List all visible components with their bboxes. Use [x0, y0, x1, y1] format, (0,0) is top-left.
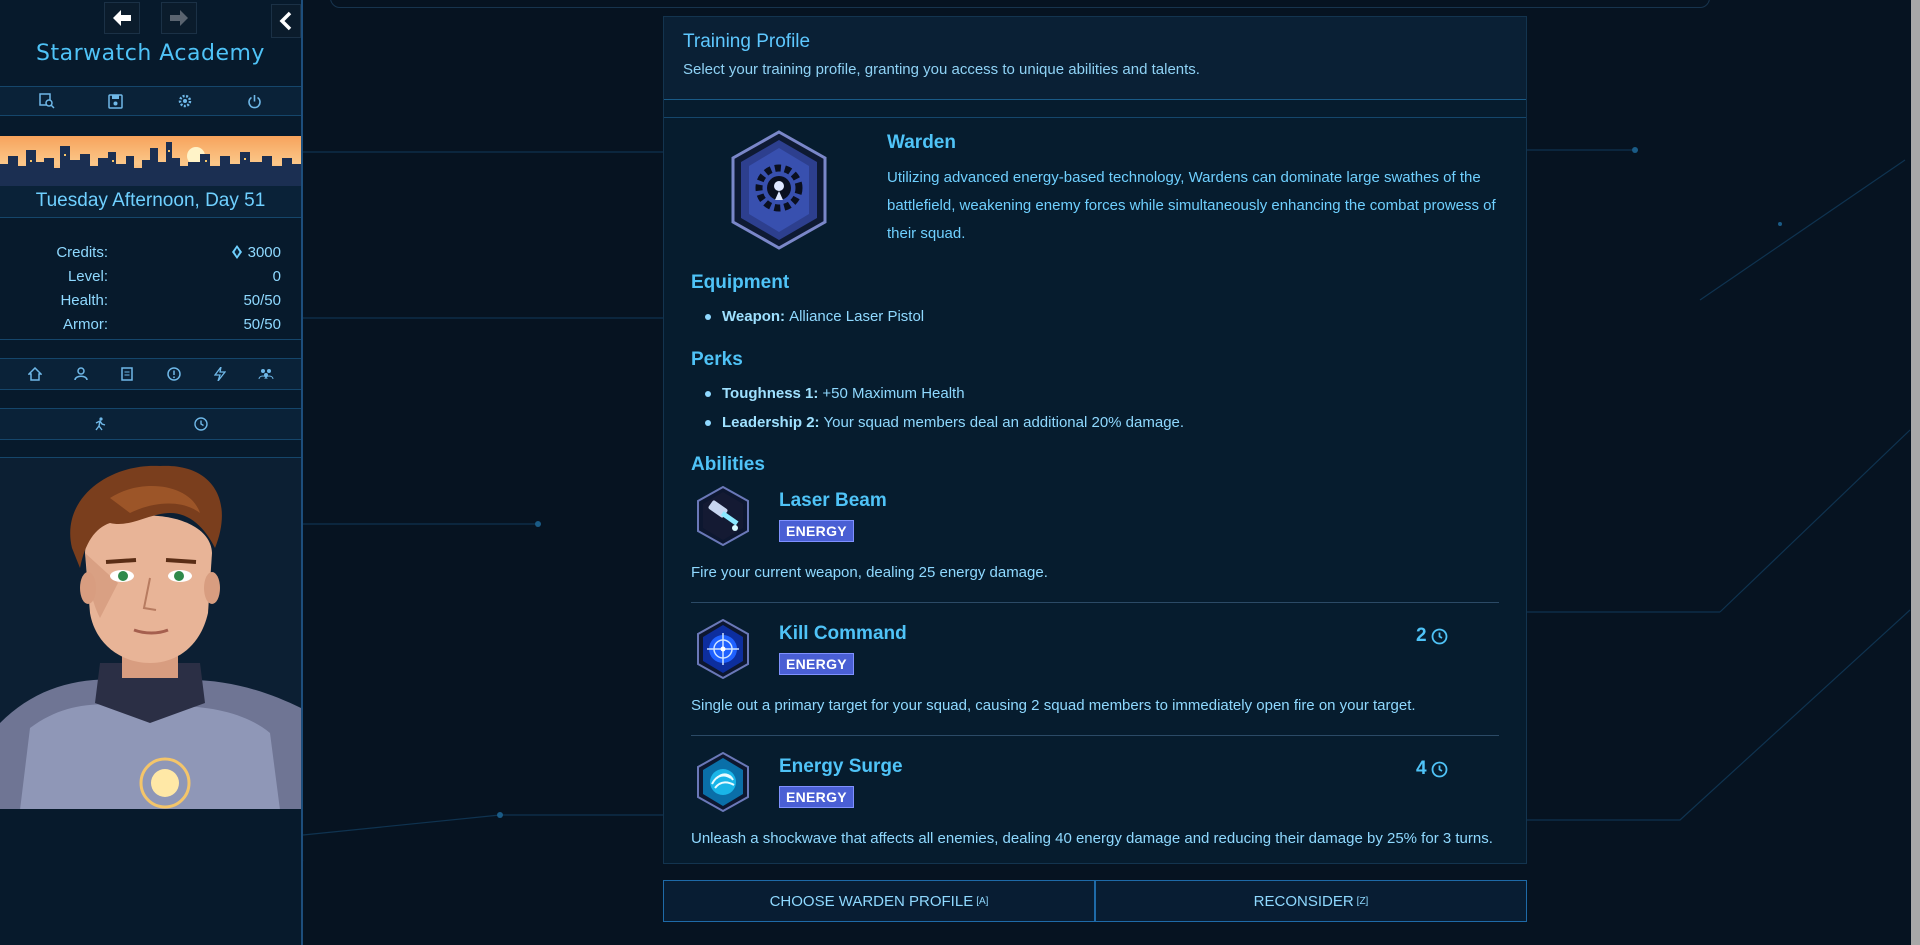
day-time-label: Tuesday Afternoon, Day 51: [0, 186, 301, 218]
stat-label: Armor:: [63, 315, 108, 333]
city-skyline-image: [0, 136, 301, 186]
ability-description: Fire your current weapon, dealing 25 ene…: [691, 564, 1048, 581]
nav-arrows: [0, 2, 301, 34]
chevron-left-icon: [279, 11, 292, 31]
choose-profile-button[interactable]: CHOOSE WARDEN PROFILE [A]: [663, 880, 1095, 922]
kill-command-icon: [697, 618, 749, 680]
ability-name: Laser Beam: [779, 490, 887, 511]
cooldown: 4: [1416, 758, 1448, 780]
energy-surge-icon: [697, 751, 749, 813]
reconsider-button[interactable]: RECONSIDER [Z]: [1095, 880, 1527, 922]
forward-button[interactable]: [161, 2, 197, 34]
stat-value: 50/50: [243, 315, 281, 333]
profile-details: Warden Utilizing advanced energy-based t…: [664, 117, 1526, 865]
energy-tag: ENERGY: [779, 653, 854, 675]
cooldown-value: 2: [1416, 625, 1427, 646]
item-value: Alliance Laser Pistol: [789, 308, 925, 325]
player-stats: Credits: 3000 Level: 0 Health: 50/50 Arm…: [0, 240, 301, 336]
list-item: Leadership 2: Your squad members deal an…: [691, 408, 1184, 437]
ability-laser-beam: Laser Beam ENERGY Fire your current weap…: [691, 485, 1499, 603]
arrow-left-icon: [113, 10, 131, 26]
laser-beam-icon: [697, 485, 749, 547]
search-icon[interactable]: [38, 92, 56, 110]
item-value: Your squad members deal an additional 20…: [823, 414, 1185, 431]
item-label: Toughness 1:: [722, 385, 819, 402]
profile-name: Warden: [887, 132, 956, 153]
ability-energy-surge: Energy Surge ENERGY 4 Unleash a shockwav…: [691, 751, 1499, 866]
credit-gem-icon: [231, 245, 242, 259]
arrow-right-icon: [170, 10, 188, 26]
button-label: CHOOSE WARDEN PROFILE: [769, 892, 974, 910]
ability-name: Kill Command: [779, 623, 907, 644]
lightning-icon[interactable]: [211, 365, 229, 383]
energy-tag: ENERGY: [779, 520, 854, 542]
ability-kill-command: Kill Command ENERGY 2 Single out a prima…: [691, 618, 1499, 736]
hotkey-label: [A]: [976, 895, 989, 907]
item-value: +50 Maximum Health: [822, 385, 965, 402]
button-label: RECONSIDER: [1253, 892, 1354, 910]
stat-armor: Armor: 50/50: [0, 312, 301, 336]
stat-label: Level:: [67, 267, 108, 285]
divider: [0, 339, 301, 340]
stat-value: 0: [272, 267, 281, 285]
run-icon[interactable]: [91, 415, 109, 433]
abilities-heading: Abilities: [691, 454, 765, 475]
main-menu: [0, 358, 301, 390]
info-icon[interactable]: [165, 365, 183, 383]
scrollbar[interactable]: [1911, 0, 1920, 945]
save-icon[interactable]: [107, 92, 125, 110]
item-label: Weapon:: [722, 308, 786, 325]
equipment-heading: Equipment: [691, 272, 790, 293]
training-profile-panel: Training Profile Select your training pr…: [663, 16, 1527, 864]
hotkey-label: [Z]: [1356, 895, 1369, 907]
clock-icon: [1431, 761, 1447, 777]
stat-level: Level: 0: [0, 264, 301, 288]
warden-emblem-icon: [729, 130, 829, 250]
app-title: Starwatch Academy: [36, 41, 265, 66]
equipment-list: Weapon: Alliance Laser Pistol: [691, 302, 924, 331]
list-item: Weapon: Alliance Laser Pistol: [691, 302, 924, 331]
cooldown: 2: [1416, 625, 1448, 647]
item-label: Leadership 2:: [722, 414, 820, 431]
journal-icon[interactable]: [118, 365, 136, 383]
energy-tag: ENERGY: [779, 786, 854, 808]
list-item: Toughness 1: +50 Maximum Health: [691, 379, 1184, 408]
panel-header: Training Profile Select your training pr…: [664, 17, 1526, 100]
ability-name: Energy Surge: [779, 756, 903, 777]
profile-description: Utilizing advanced energy-based technolo…: [887, 169, 1496, 242]
perks-list: Toughness 1: +50 Maximum Health Leadersh…: [691, 379, 1184, 437]
panel-subtitle: Select your training profile, granting y…: [683, 61, 1200, 78]
stat-value: 50/50: [243, 291, 281, 309]
clock-icon[interactable]: [192, 415, 210, 433]
person-icon[interactable]: [72, 365, 90, 383]
collapse-sidebar-button[interactable]: [271, 4, 301, 38]
ability-description: Unleash a shockwave that affects all ene…: [691, 830, 1493, 847]
stat-label: Credits:: [56, 243, 108, 261]
ability-description: Single out a primary target for your squ…: [691, 697, 1416, 714]
sidebar: Starwatch Academy Tuesday Afternoon, Day…: [0, 0, 303, 945]
back-button[interactable]: [104, 2, 140, 34]
cooldown-value: 4: [1416, 758, 1427, 779]
character-portrait: [0, 457, 301, 809]
stat-health: Health: 50/50: [0, 288, 301, 312]
clock-icon: [1431, 628, 1447, 644]
toolbar: [0, 86, 301, 116]
squad-icon[interactable]: [257, 365, 275, 383]
gear-icon[interactable]: [176, 92, 194, 110]
perks-heading: Perks: [691, 349, 743, 370]
stat-label: Health:: [60, 291, 108, 309]
power-icon[interactable]: [245, 92, 263, 110]
panel-title: Training Profile: [683, 31, 811, 52]
stat-value: 3000: [247, 243, 281, 261]
stat-credits: Credits: 3000: [0, 240, 301, 264]
home-icon[interactable]: [26, 365, 44, 383]
top-frame: [330, 0, 1710, 8]
action-menu: [0, 408, 301, 440]
